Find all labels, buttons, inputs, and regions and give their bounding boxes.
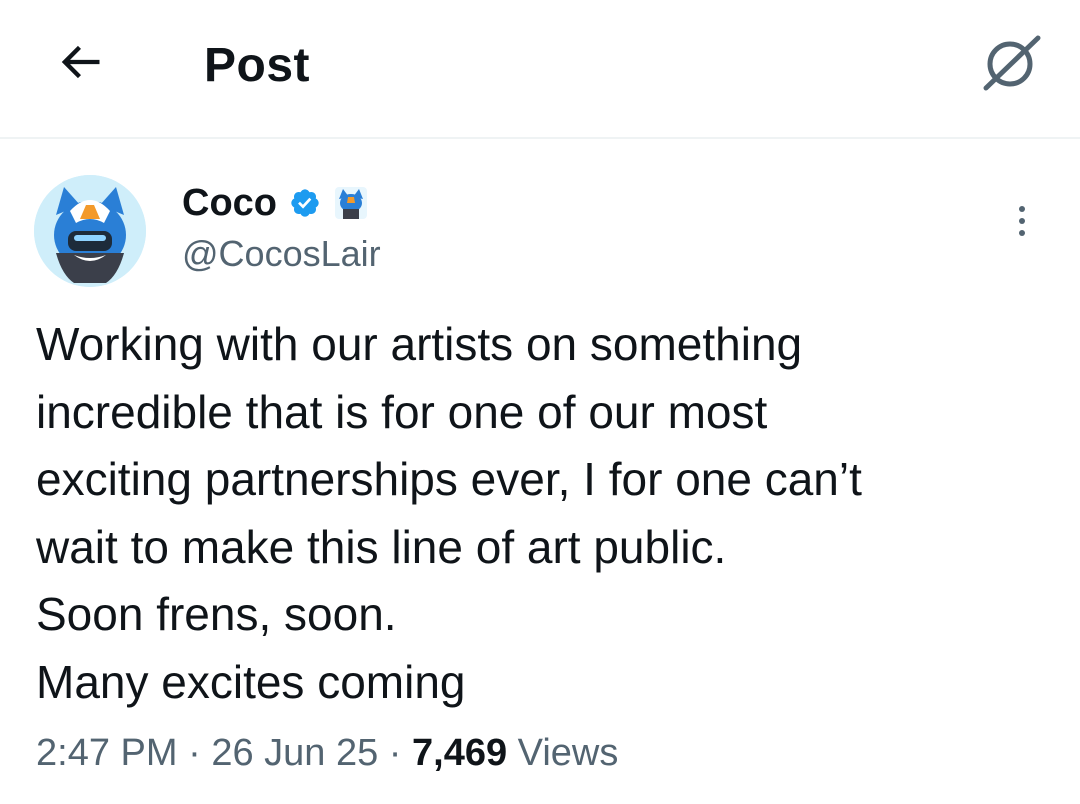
post-text-line: wait to make this line of art public. [36,520,727,573]
post-text-line: Soon frens, soon. [36,588,397,640]
post-text-line: Many excites coming [36,655,466,708]
avatar[interactable] [34,175,146,287]
views-label: Views [517,732,619,774]
arrow-left-icon [54,36,106,93]
verified-badge-icon [289,187,321,219]
spoiler-icon [980,30,1044,99]
post-text-line: Working with our artists on something [36,318,803,370]
post-metadata: 2:47 PM · 26 Jun 25 · 7,469 Views [36,729,618,777]
page-title: Post [204,39,311,92]
more-dot [1019,206,1025,212]
meta-separator: · [388,732,402,774]
post-text-line: incredible that is for one of our most [36,385,768,438]
more-options-button[interactable] [1006,197,1038,245]
more-dot [1019,218,1025,224]
meta-separator: · [188,732,201,774]
affiliate-badge-icon[interactable] [335,187,367,219]
top-bar: Post [0,0,1080,139]
spoiler-button[interactable] [970,22,1054,106]
post-time[interactable]: 2:47 PM [36,732,178,774]
author-name-row[interactable]: Coco [182,179,367,227]
author-handle[interactable]: @CocosLair [182,231,381,277]
more-dot [1019,230,1025,236]
post-text-line: exciting partnerships ever, I for one ca… [36,453,862,505]
author-display-name[interactable]: Coco [182,179,277,227]
post-text: Working with our artists on something in… [36,311,1046,716]
post-date[interactable]: 26 Jun 25 [211,732,378,774]
back-button[interactable] [44,28,116,100]
views-count[interactable]: 7,469 [412,732,507,774]
